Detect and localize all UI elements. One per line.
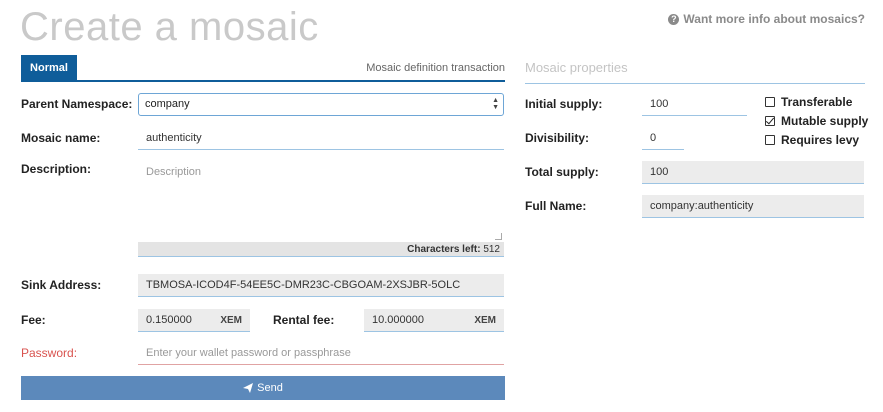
requires-levy-checkbox[interactable]: Requires levy [765, 133, 859, 147]
divisibility-label: Divisibility: [525, 131, 590, 145]
tab-mosaic-definition-label: Mosaic definition transaction [366, 62, 505, 74]
mosaic-name-input[interactable]: authenticity [138, 127, 504, 150]
password-input[interactable]: Enter your wallet password or passphrase [138, 342, 504, 365]
page-title: Create a mosaic [20, 5, 319, 49]
mosaic-info-link[interactable]: ? Want more info about mosaics? [668, 12, 865, 26]
characters-left-bar: Characters left: 512 [138, 242, 504, 257]
rental-fee-label: Rental fee: [273, 313, 335, 327]
full-name-field: company:authenticity [642, 195, 864, 218]
transferable-checkbox[interactable]: Transferable [765, 95, 852, 109]
rental-fee-field: 10.000000 XEM [364, 309, 504, 332]
mutable-supply-label: Mutable supply [781, 114, 869, 128]
total-supply-label: Total supply: [525, 165, 599, 179]
requires-levy-label: Requires levy [781, 133, 860, 147]
tab-bar: Normal Mosaic definition transaction [21, 55, 505, 82]
sink-address-field: TBMOSA-ICOD4F-54EE5C-DMR23C-CBGOAM-2XSJB… [138, 274, 504, 297]
send-button[interactable]: Send [21, 376, 505, 400]
mosaic-name-label: Mosaic name: [21, 131, 101, 145]
description-label: Description: [21, 162, 92, 176]
characters-left-label: Characters left [407, 244, 478, 255]
parent-namespace-label: Parent Namespace: [21, 97, 133, 111]
initial-supply-label: Initial supply: [525, 97, 603, 111]
description-placeholder: Description [146, 166, 202, 178]
parent-namespace-select[interactable]: company ▲ ▼ [138, 93, 504, 116]
select-arrows-icon: ▲ ▼ [492, 97, 499, 111]
checkbox-checked-icon[interactable] [765, 116, 775, 126]
send-label: Send [257, 382, 283, 394]
description-textarea[interactable]: Description [138, 162, 504, 242]
resize-grip-icon[interactable] [495, 233, 502, 240]
parent-namespace-value: company [145, 98, 190, 110]
characters-left-value: 512 [483, 244, 500, 255]
divisibility-input[interactable]: 0 [642, 127, 684, 150]
fee-label: Fee: [21, 313, 46, 327]
checkbox-unchecked-icon[interactable] [765, 135, 775, 145]
sink-address-label: Sink Address: [21, 278, 102, 292]
transferable-label: Transferable [781, 95, 853, 109]
full-name-label: Full Name: [525, 199, 587, 213]
mutable-supply-checkbox[interactable]: Mutable supply [765, 114, 868, 128]
mosaic-properties-title: Mosaic properties [525, 60, 865, 84]
password-label: Password: [21, 346, 78, 360]
info-link-label: Want more info about mosaics? [683, 12, 865, 26]
paper-plane-icon [243, 383, 254, 393]
fee-field: 0.150000 XEM [138, 309, 250, 332]
fee-unit: XEM [220, 315, 242, 326]
fee-value: 0.150000 [146, 314, 192, 326]
total-supply-field: 100 [642, 161, 864, 184]
rental-fee-value: 10.000000 [372, 314, 424, 326]
question-circle-icon: ? [668, 13, 680, 25]
rental-fee-unit: XEM [474, 315, 496, 326]
initial-supply-input[interactable]: 100 [642, 93, 747, 116]
checkbox-unchecked-icon[interactable] [765, 97, 775, 107]
tab-normal[interactable]: Normal [21, 55, 77, 82]
